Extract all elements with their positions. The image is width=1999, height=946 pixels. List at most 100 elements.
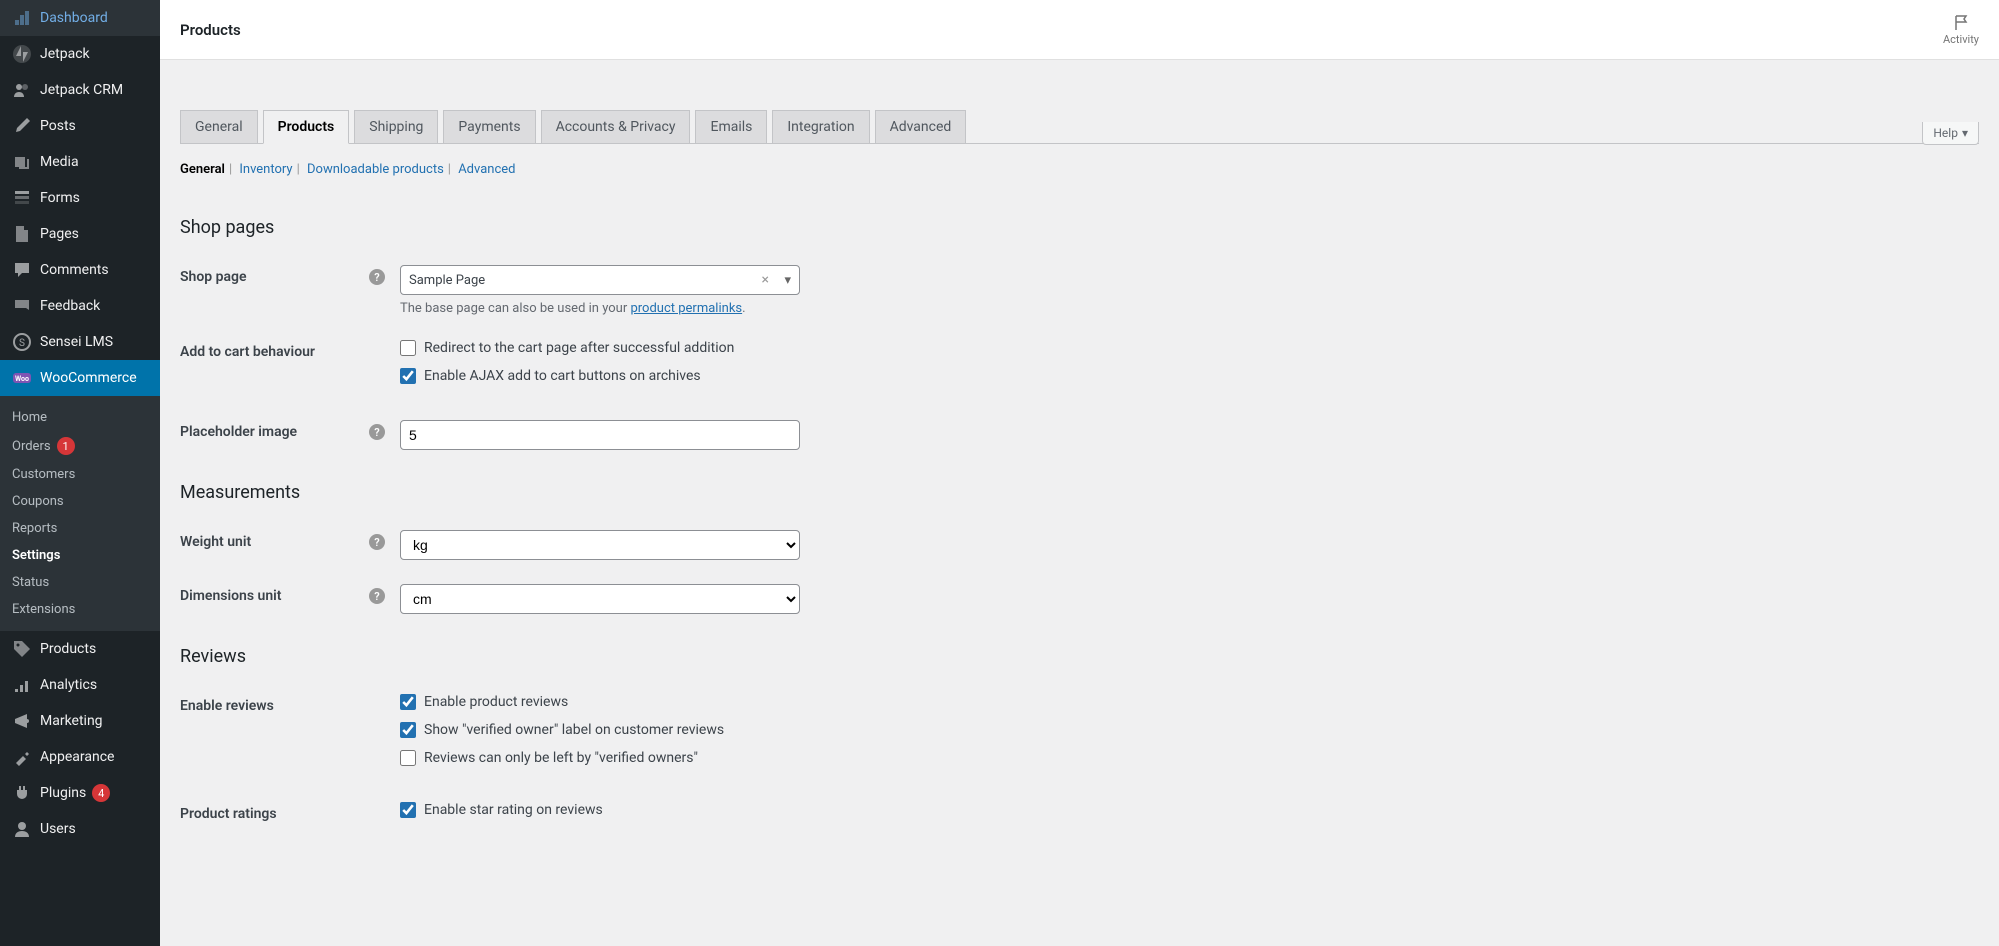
sidebar-item-analytics[interactable]: Analytics bbox=[0, 667, 160, 703]
svg-text:Woo: Woo bbox=[15, 375, 29, 383]
sidebar-item-woocommerce[interactable]: Woo WooCommerce bbox=[0, 360, 160, 396]
sidebar-item-label: Feedback bbox=[40, 298, 100, 314]
chevron-down-icon: ▾ bbox=[1962, 126, 1968, 140]
sidebar-item-jetpack-crm[interactable]: Jetpack CRM bbox=[0, 72, 160, 108]
star-rating-checkbox[interactable] bbox=[400, 802, 416, 818]
checkbox-label: Enable product reviews bbox=[424, 694, 568, 710]
redirect-checkbox[interactable] bbox=[400, 340, 416, 356]
enable-reviews-checkbox[interactable] bbox=[400, 694, 416, 710]
sidebar-item-label: WooCommerce bbox=[40, 370, 137, 386]
appearance-icon bbox=[12, 747, 32, 767]
tab-integration[interactable]: Integration bbox=[772, 110, 869, 143]
sidebar-item-label: Users bbox=[40, 821, 76, 837]
sidebar-item-products[interactable]: Products bbox=[0, 631, 160, 667]
sidebar-item-forms[interactable]: Forms bbox=[0, 180, 160, 216]
sidebar-item-posts[interactable]: Posts bbox=[0, 108, 160, 144]
permalinks-link[interactable]: product permalinks bbox=[630, 301, 742, 316]
tab-accounts[interactable]: Accounts & Privacy bbox=[541, 110, 691, 143]
sidebar-item-media[interactable]: Media bbox=[0, 144, 160, 180]
sidebar-item-label: Posts bbox=[40, 118, 76, 134]
subtab-downloadable[interactable]: Downloadable products bbox=[307, 162, 444, 177]
submenu-extensions[interactable]: Extensions bbox=[0, 596, 160, 623]
dimensions-select[interactable]: cm bbox=[400, 584, 800, 614]
shop-page-select[interactable]: Sample Page × ▾ bbox=[400, 265, 800, 295]
feedback-icon bbox=[12, 296, 32, 316]
label-shop-page: Shop page bbox=[180, 269, 247, 285]
label-placeholder: Placeholder image bbox=[180, 424, 297, 440]
settings-tabs: General Products Shipping Payments Accou… bbox=[180, 110, 1979, 144]
label-dimensions: Dimensions unit bbox=[180, 588, 282, 604]
sidebar-item-dashboard[interactable]: Dashboard bbox=[0, 0, 160, 36]
sidebar-item-comments[interactable]: Comments bbox=[0, 252, 160, 288]
tab-emails[interactable]: Emails bbox=[695, 110, 767, 143]
products-subnav: General| Inventory| Downloadable product… bbox=[180, 154, 1979, 197]
label-weight: Weight unit bbox=[180, 534, 251, 550]
tab-shipping[interactable]: Shipping bbox=[354, 110, 438, 143]
media-icon bbox=[12, 152, 32, 172]
submenu-label: Orders bbox=[12, 439, 51, 454]
crm-icon bbox=[12, 80, 32, 100]
help-icon[interactable]: ? bbox=[369, 269, 385, 285]
tab-general[interactable]: General bbox=[180, 110, 258, 143]
submenu-status[interactable]: Status bbox=[0, 569, 160, 596]
subtab-inventory[interactable]: Inventory bbox=[239, 162, 292, 177]
submenu-orders[interactable]: Orders 1 bbox=[0, 431, 160, 461]
sidebar-item-jetpack[interactable]: Jetpack bbox=[0, 36, 160, 72]
submenu-reports[interactable]: Reports bbox=[0, 515, 160, 542]
users-icon bbox=[12, 819, 32, 839]
sidebar-item-label: Dashboard bbox=[40, 10, 108, 26]
sidebar-item-label: Marketing bbox=[40, 713, 103, 729]
section-shop-pages: Shop pages bbox=[180, 217, 1979, 238]
submenu-customers[interactable]: Customers bbox=[0, 461, 160, 488]
analytics-icon bbox=[12, 675, 32, 695]
tab-advanced[interactable]: Advanced bbox=[875, 110, 967, 143]
sidebar-item-appearance[interactable]: Appearance bbox=[0, 739, 160, 775]
help-label: Help bbox=[1933, 126, 1958, 140]
orders-badge: 1 bbox=[57, 437, 75, 455]
svg-text:S: S bbox=[19, 338, 25, 349]
sidebar-item-users[interactable]: Users bbox=[0, 811, 160, 847]
label-ratings: Product ratings bbox=[180, 806, 277, 822]
help-icon[interactable]: ? bbox=[369, 588, 385, 604]
ajax-checkbox[interactable] bbox=[400, 368, 416, 384]
sidebar-item-label: Jetpack bbox=[40, 46, 90, 62]
activity-button[interactable]: Activity bbox=[1943, 13, 1979, 46]
clear-icon[interactable]: × bbox=[762, 272, 769, 288]
subtab-general[interactable]: General bbox=[180, 162, 225, 177]
main-content: Products Activity Help ▾ General Products… bbox=[160, 0, 1999, 946]
submenu-settings[interactable]: Settings bbox=[0, 542, 160, 569]
only-verified-checkbox[interactable] bbox=[400, 750, 416, 766]
tab-products[interactable]: Products bbox=[263, 110, 350, 144]
checkbox-label: Redirect to the cart page after successf… bbox=[424, 340, 734, 356]
sidebar-item-label: Jetpack CRM bbox=[40, 82, 123, 98]
help-tab[interactable]: Help ▾ bbox=[1922, 122, 1979, 145]
placeholder-input[interactable] bbox=[400, 420, 800, 450]
sidebar-item-label: Sensei LMS bbox=[40, 334, 113, 350]
checkbox-label: Enable AJAX add to cart buttons on archi… bbox=[424, 368, 701, 384]
jetpack-icon bbox=[12, 44, 32, 64]
sidebar-item-plugins[interactable]: Plugins4 bbox=[0, 775, 160, 811]
label-add-to-cart: Add to cart behaviour bbox=[180, 344, 315, 360]
dashboard-icon bbox=[12, 8, 32, 28]
woocommerce-submenu: Home Orders 1 Customers Coupons Reports S… bbox=[0, 396, 160, 631]
help-icon[interactable]: ? bbox=[369, 534, 385, 550]
subtab-advanced[interactable]: Advanced bbox=[458, 162, 515, 177]
submenu-coupons[interactable]: Coupons bbox=[0, 488, 160, 515]
flag-icon bbox=[1951, 13, 1971, 33]
sidebar-item-label: Comments bbox=[40, 262, 109, 278]
section-measurements: Measurements bbox=[180, 482, 1979, 503]
sidebar-item-label: Pages bbox=[40, 226, 79, 242]
shop-page-hint: The base page can also be used in your p… bbox=[400, 301, 800, 316]
help-icon[interactable]: ? bbox=[369, 424, 385, 440]
sidebar-item-feedback[interactable]: Feedback bbox=[0, 288, 160, 324]
sidebar-item-pages[interactable]: Pages bbox=[0, 216, 160, 252]
weight-select[interactable]: kg bbox=[400, 530, 800, 560]
sidebar-item-label: Media bbox=[40, 154, 79, 170]
sidebar-item-sensei[interactable]: S Sensei LMS bbox=[0, 324, 160, 360]
submenu-home[interactable]: Home bbox=[0, 404, 160, 431]
verified-owner-checkbox[interactable] bbox=[400, 722, 416, 738]
tab-payments[interactable]: Payments bbox=[443, 110, 535, 143]
marketing-icon bbox=[12, 711, 32, 731]
sidebar-item-marketing[interactable]: Marketing bbox=[0, 703, 160, 739]
products-icon bbox=[12, 639, 32, 659]
